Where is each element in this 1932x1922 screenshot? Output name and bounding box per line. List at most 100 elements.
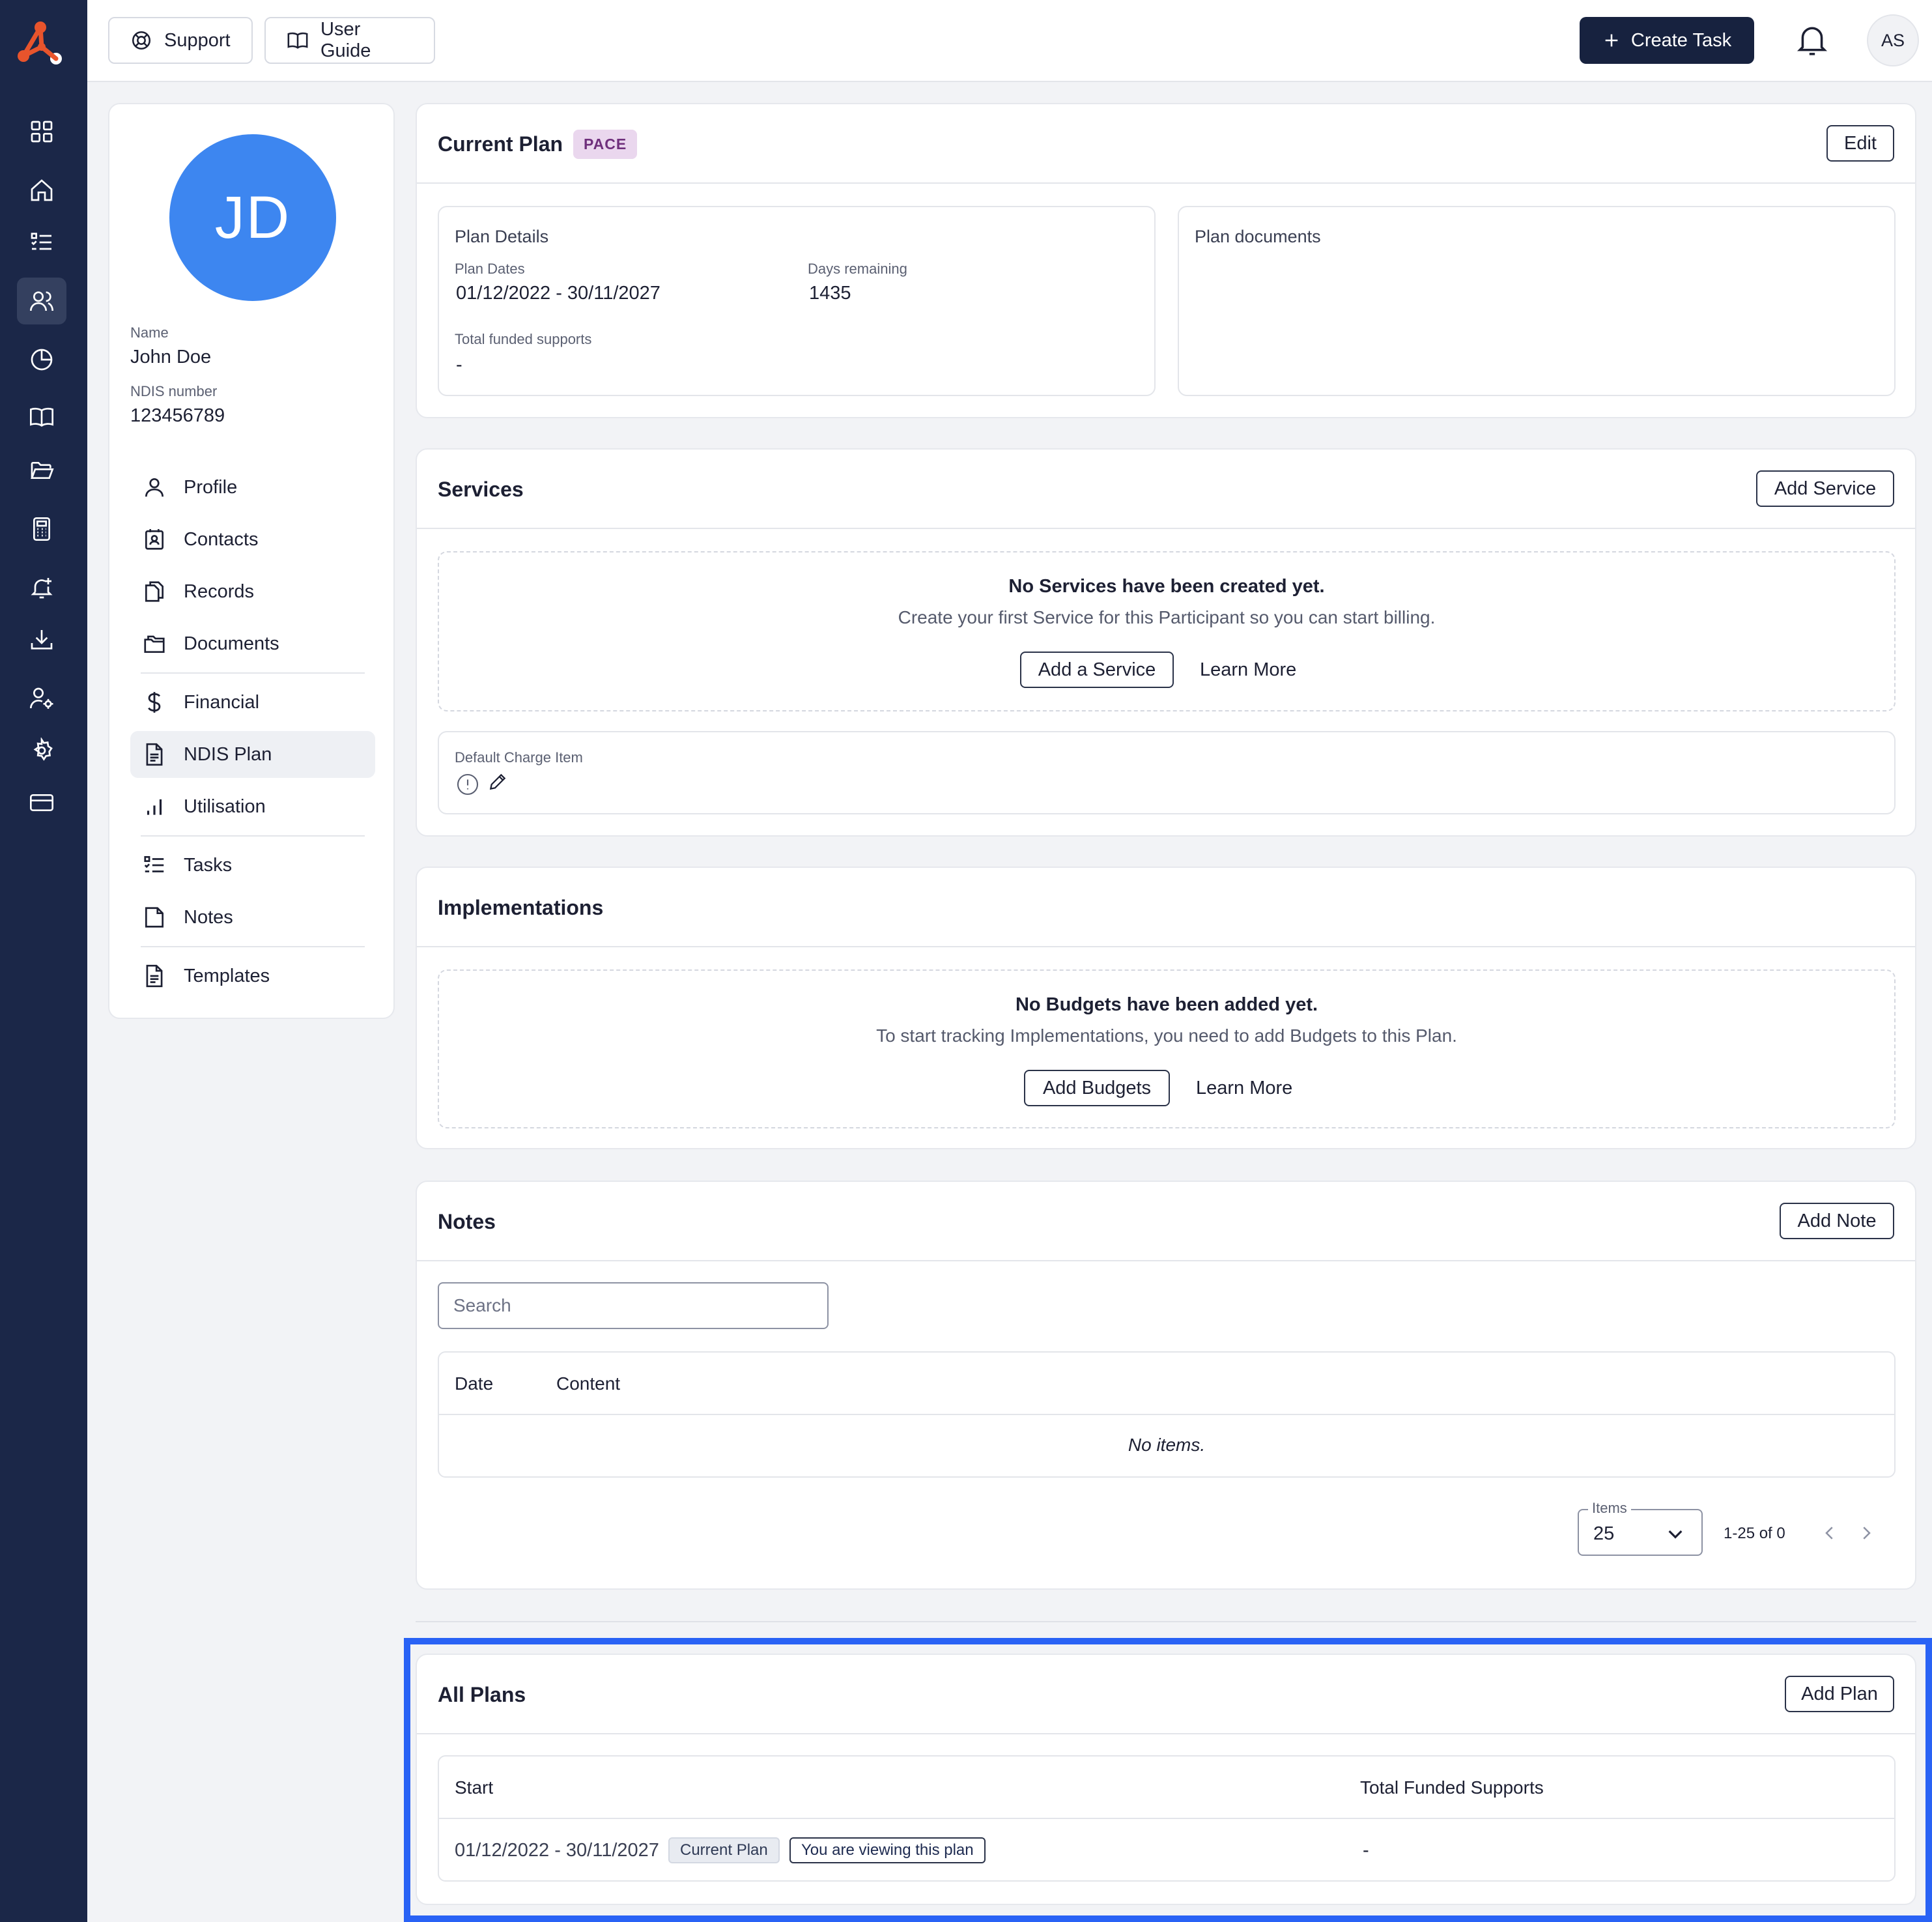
menu-item-records[interactable]: Records	[130, 568, 375, 615]
days-remaining-value: 1435	[809, 283, 851, 304]
documents-icon	[142, 631, 167, 656]
menu-item-ndis-plan[interactable]: NDIS Plan	[130, 731, 375, 778]
empty-title: No Budgets have been added yet.	[1015, 994, 1318, 1015]
chevron-right-icon[interactable]	[1856, 1523, 1876, 1543]
section-divider	[416, 1621, 1916, 1622]
reports-icon[interactable]	[17, 336, 66, 383]
menu-item-documents[interactable]: Documents	[130, 620, 375, 667]
menu-item-notes[interactable]: Notes	[130, 894, 375, 941]
user-settings-icon[interactable]	[17, 675, 66, 722]
add-note-button[interactable]: Add Note	[1780, 1203, 1894, 1239]
contact-card-icon	[142, 527, 167, 552]
lifebuoy-icon	[130, 29, 152, 51]
billing-icon[interactable]	[17, 779, 66, 826]
current-plan-badge: Current Plan	[668, 1837, 780, 1863]
plans-table: Start Total Funded Supports 01/12/2022 -…	[438, 1755, 1896, 1882]
user-guide-label: User Guide	[320, 19, 371, 61]
info-icon	[456, 773, 479, 796]
top-bar: Support User Guide Create Task AS	[87, 0, 1932, 82]
notes-card: Notes Add Note Date Content No items. It…	[416, 1181, 1916, 1590]
plan-details-title: Plan Details	[455, 227, 549, 246]
learn-more-link[interactable]: Learn More	[1196, 1070, 1292, 1106]
menu-item-templates[interactable]: Templates	[130, 953, 375, 999]
user-guide-button[interactable]: User Guide	[264, 17, 435, 64]
bar-chart-icon	[142, 794, 167, 819]
tasks-list-icon	[142, 853, 167, 878]
settings-icon[interactable]	[17, 727, 66, 774]
note-icon	[142, 905, 167, 930]
plan-dates-cell: 01/12/2022 - 30/11/2027	[455, 1840, 659, 1861]
menu-item-profile[interactable]: Profile	[130, 464, 375, 511]
create-task-label: Create Task	[1630, 29, 1732, 51]
card-title: Implementations	[438, 895, 604, 919]
services-empty-state: No Services have been created yet. Creat…	[438, 551, 1896, 711]
records-icon	[142, 579, 167, 604]
card-header: Implementations	[417, 868, 1915, 947]
column-header-content[interactable]: Content	[556, 1373, 620, 1394]
menu-item-contacts[interactable]: Contacts	[130, 516, 375, 563]
participant-card: JD Name John Doe NDIS number 123456789 P…	[108, 103, 395, 1019]
table-row[interactable]: 01/12/2022 - 30/11/2027 Current Plan You…	[439, 1819, 1894, 1880]
template-icon	[142, 964, 167, 988]
items-per-page-select[interactable]: Items 25	[1578, 1500, 1703, 1556]
alerts-icon[interactable]	[17, 564, 66, 611]
bell-icon[interactable]	[1796, 22, 1828, 59]
support-button[interactable]: Support	[108, 17, 253, 64]
total-funded-cell: -	[1363, 1840, 1369, 1861]
menu-item-financial[interactable]: Financial	[130, 679, 375, 726]
nav-rail	[0, 0, 87, 1922]
guide-icon[interactable]	[17, 394, 66, 440]
column-header-start[interactable]: Start	[455, 1777, 493, 1798]
pencil-icon[interactable]	[487, 771, 508, 792]
card-title: All Plans	[438, 1682, 526, 1706]
menu-divider	[141, 835, 365, 837]
plan-document-icon	[142, 742, 167, 767]
add-plan-button[interactable]: Add Plan	[1785, 1676, 1894, 1712]
card-header: All Plans Add Plan	[417, 1655, 1915, 1734]
learn-more-link[interactable]: Learn More	[1200, 652, 1296, 688]
menu-item-utilisation[interactable]: Utilisation	[130, 783, 375, 830]
folder-icon[interactable]	[17, 447, 66, 494]
participant-name: John Doe	[130, 347, 212, 367]
default-charge-label: Default Charge Item	[455, 749, 583, 766]
tasks-icon[interactable]	[17, 219, 66, 266]
notes-table: Date Content No items.	[438, 1351, 1896, 1478]
support-label: Support	[164, 29, 231, 51]
empty-table-message: No items.	[1128, 1435, 1206, 1455]
pagination-range: 1-25 of 0	[1724, 1525, 1785, 1542]
person-icon	[142, 475, 167, 500]
column-header-total-funded-supports[interactable]: Total Funded Supports	[1360, 1777, 1544, 1798]
plan-documents-title: Plan documents	[1195, 227, 1321, 246]
book-icon	[287, 29, 309, 51]
logo-icon[interactable]	[14, 18, 66, 68]
add-budgets-button[interactable]: Add Budgets	[1024, 1070, 1170, 1106]
chevron-down-icon	[1665, 1523, 1686, 1544]
notes-search-input[interactable]	[438, 1282, 829, 1329]
total-funded-value: -	[456, 354, 462, 375]
plan-dates-value: 01/12/2022 - 30/11/2027	[456, 283, 661, 304]
participant-avatar: JD	[169, 134, 336, 301]
dashboard-icon[interactable]	[17, 108, 66, 155]
card-header: Notes Add Note	[417, 1182, 1915, 1261]
user-avatar[interactable]: AS	[1867, 14, 1919, 66]
create-task-button[interactable]: Create Task	[1580, 17, 1754, 64]
menu-divider	[141, 672, 365, 674]
name-label: Name	[130, 324, 169, 341]
column-header-date[interactable]: Date	[455, 1373, 493, 1394]
edit-plan-button[interactable]: Edit	[1826, 125, 1894, 162]
card-title: Current Plan PACE	[438, 104, 638, 184]
implementations-empty-state: No Budgets have been added yet. To start…	[438, 969, 1896, 1128]
ndis-number-label: NDIS number	[130, 383, 218, 399]
add-a-service-button[interactable]: Add a Service	[1020, 652, 1174, 688]
plan-documents-box: Plan documents	[1178, 206, 1896, 396]
items-label: Items	[1588, 1500, 1631, 1517]
viewing-plan-badge: You are viewing this plan	[789, 1837, 986, 1863]
download-icon[interactable]	[17, 616, 66, 663]
add-service-button[interactable]: Add Service	[1756, 470, 1894, 507]
participants-icon[interactable]	[17, 278, 66, 324]
card-title: Notes	[438, 1209, 496, 1233]
home-icon[interactable]	[17, 167, 66, 214]
menu-item-tasks[interactable]: Tasks	[130, 842, 375, 889]
calculator-icon[interactable]	[17, 506, 66, 552]
chevron-left-icon[interactable]	[1820, 1523, 1840, 1543]
